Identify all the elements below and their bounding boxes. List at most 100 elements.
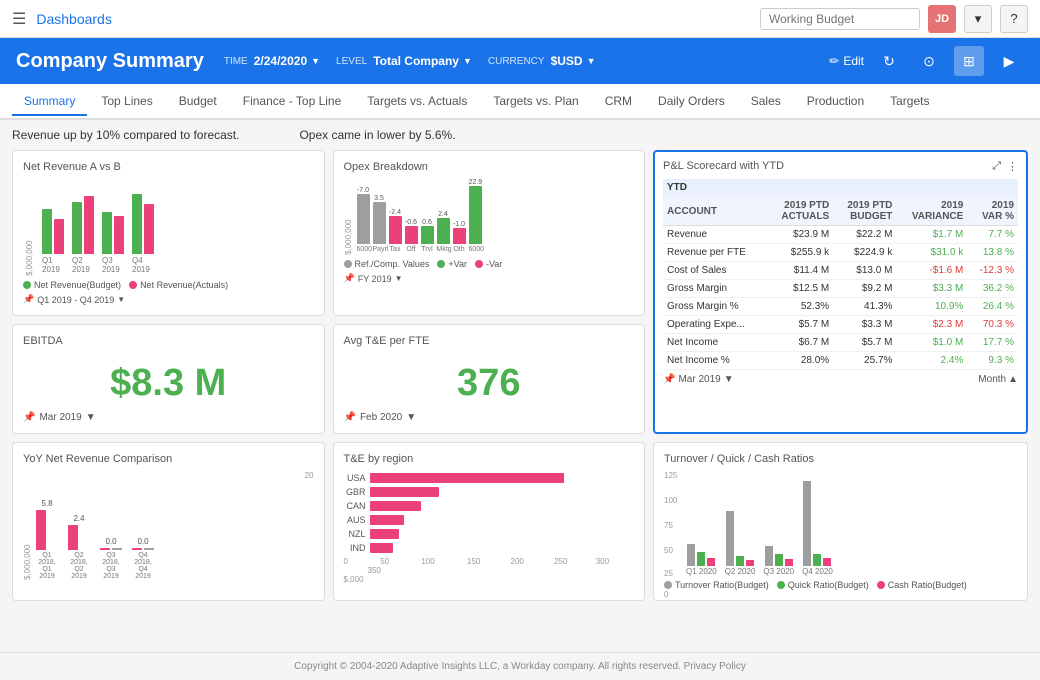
tab-bar: SummaryTop LinesBudgetFinance - Top Line… bbox=[0, 84, 1040, 120]
yoy-val-4: 0.0 bbox=[137, 537, 148, 546]
edit-button[interactable]: ✏ Edit bbox=[829, 54, 864, 68]
hamburger-icon[interactable]: ☰ bbox=[12, 9, 26, 29]
opex-fill-6 bbox=[437, 218, 450, 244]
opex-filter[interactable]: 📌 FY 2019 ▼ bbox=[344, 273, 635, 284]
opex-bar-4: -0.6 bbox=[405, 219, 418, 244]
ebitda-pin-icon: 📌 bbox=[23, 412, 35, 423]
footer: Copyright © 2004-2020 Adaptive Insights … bbox=[0, 652, 1040, 680]
currency-control[interactable]: CURRENCY $USD ▼ bbox=[488, 54, 596, 68]
opex-fill-1 bbox=[357, 194, 370, 244]
budget-bar-q4 bbox=[132, 194, 142, 254]
table-row: Revenue$23.9 M$22.2 M$1.7 M7.7 % bbox=[663, 226, 1018, 244]
level-value: Total Company bbox=[373, 54, 459, 68]
tc-q2: Q2 2020 bbox=[725, 511, 756, 576]
main-content: Revenue up by 10% compared to forecast. … bbox=[0, 120, 1040, 652]
yoy-bar-curr-4 bbox=[144, 548, 154, 550]
tne-x-150: 150 bbox=[467, 557, 480, 566]
grid-button[interactable]: ⊞ bbox=[954, 46, 984, 76]
tab-summary[interactable]: Summary bbox=[12, 88, 87, 116]
yoy-bars-2 bbox=[68, 525, 90, 550]
tne-region-label: IND bbox=[344, 543, 366, 553]
search-input[interactable] bbox=[760, 8, 920, 30]
ebitda-filter-val: Mar 2019 bbox=[39, 412, 81, 423]
tc-q4-quick bbox=[813, 554, 821, 566]
help-icon[interactable]: ? bbox=[1000, 5, 1028, 33]
yoy-bar-prev-2 bbox=[68, 525, 78, 550]
tab-targets-vs.-plan[interactable]: Targets vs. Plan bbox=[481, 88, 590, 116]
tab-finance---top-line[interactable]: Finance - Top Line bbox=[231, 88, 354, 116]
tab-targets[interactable]: Targets bbox=[878, 88, 941, 116]
scorecard-filter[interactable]: 📌 Mar 2019 ▼ bbox=[663, 374, 734, 385]
opex-bar-1: -7.0 bbox=[357, 187, 370, 244]
q2-label: Q2 2019 bbox=[72, 256, 94, 274]
time-control[interactable]: TIME 2/24/2020 ▼ bbox=[224, 54, 320, 68]
net-revenue-filter[interactable]: 📌 Q1 2019 - Q4 2019 ▼ bbox=[23, 294, 314, 305]
nav-title[interactable]: Dashboards bbox=[36, 11, 112, 27]
tc-q3-quick bbox=[775, 554, 783, 566]
tab-production[interactable]: Production bbox=[795, 88, 876, 116]
video-button[interactable]: ▶ bbox=[994, 46, 1024, 76]
filter-arrow-icon: ▼ bbox=[117, 295, 125, 304]
net-revenue-legend: Net Revenue(Budget) Net Revenue(Actuals) bbox=[23, 280, 314, 290]
table-row: Revenue per FTE$255.9 k$224.9 k$31.0 k13… bbox=[663, 244, 1018, 262]
tab-daily-orders[interactable]: Daily Orders bbox=[646, 88, 737, 116]
tne-region-row: AUS bbox=[344, 515, 635, 525]
tc-q4-label: Q4 2020 bbox=[802, 567, 833, 576]
refresh-button[interactable]: ↻ bbox=[874, 46, 904, 76]
scorecard-actions: ⤢ ⋮ bbox=[992, 160, 1018, 173]
tab-crm[interactable]: CRM bbox=[593, 88, 644, 116]
time-arrow-icon: ▼ bbox=[311, 56, 320, 66]
summary-right: Opex came in lower by 5.6%. bbox=[299, 128, 455, 142]
tab-sales[interactable]: Sales bbox=[739, 88, 793, 116]
ebitda-filter[interactable]: 📌 Mar 2019 ▼ bbox=[23, 412, 96, 423]
net-revenue-title: Net Revenue A vs B bbox=[23, 161, 314, 173]
yoy-bar-curr-3 bbox=[112, 548, 122, 550]
quick-label: Quick Ratio(Budget) bbox=[788, 580, 869, 590]
tab-top-lines[interactable]: Top Lines bbox=[89, 88, 164, 116]
ebitda-title: EBITDA bbox=[23, 335, 63, 347]
table-row: Operating Expe...$5.7 M$3.3 M$2.3 M70.3 … bbox=[663, 316, 1018, 334]
level-control[interactable]: LEVEL Total Company ▼ bbox=[336, 54, 472, 68]
pos-dot bbox=[437, 260, 445, 268]
tne-region-label: CAN bbox=[344, 501, 366, 511]
more-icon[interactable]: ⋮ bbox=[1007, 160, 1018, 173]
tab-budget[interactable]: Budget bbox=[167, 88, 229, 116]
net-revenue-bars bbox=[38, 179, 314, 254]
quick-dot bbox=[777, 581, 785, 589]
summary-texts: Revenue up by 10% compared to forecast. … bbox=[12, 128, 1028, 142]
nav-right: JD ▾ ? bbox=[760, 5, 1028, 33]
opex-title: Opex Breakdown bbox=[344, 161, 635, 173]
bar-group-q1 bbox=[42, 209, 64, 254]
yoy-val-1: 5.8 bbox=[41, 499, 52, 508]
tne-x-50: 50 bbox=[380, 557, 389, 566]
sc-pin-icon: 📌 bbox=[663, 374, 675, 385]
opex-x1: 6000 bbox=[357, 246, 370, 253]
sc-period[interactable]: Month ▲ bbox=[978, 374, 1018, 385]
ref-label: Ref./Comp. Values bbox=[355, 259, 430, 269]
tab-targets-vs.-actuals[interactable]: Targets vs. Actuals bbox=[355, 88, 479, 116]
expand-icon[interactable]: ⤢ bbox=[992, 160, 1001, 173]
tc-q4: Q4 2020 bbox=[802, 481, 833, 576]
tne-arrow-icon: ▼ bbox=[406, 412, 416, 423]
opex-bar-8: 22.9 bbox=[469, 179, 483, 244]
cash-label: Cash Ratio(Budget) bbox=[888, 580, 967, 590]
tne-pin-icon: 📌 bbox=[344, 412, 356, 423]
tne-region-bar bbox=[370, 543, 393, 553]
yoy-bar-prev-4 bbox=[132, 548, 142, 550]
avatar[interactable]: JD bbox=[928, 5, 956, 33]
turn-dot bbox=[664, 581, 672, 589]
opex-bar-6: 2.4 bbox=[437, 211, 450, 244]
tne-region-bar bbox=[370, 487, 439, 497]
table-row: Net Income$6.7 M$5.7 M$1.0 M17.7 % bbox=[663, 334, 1018, 352]
opex-x6: Mktg bbox=[437, 246, 450, 253]
tc-q2-cash bbox=[746, 560, 754, 566]
user-menu-icon[interactable]: ▾ bbox=[964, 5, 992, 33]
tne-filter[interactable]: 📌 Feb 2020 ▼ bbox=[344, 412, 417, 423]
tne-region-bar bbox=[370, 529, 399, 539]
col-account: ACCOUNT bbox=[663, 197, 767, 226]
camera-button[interactable]: ⊙ bbox=[914, 46, 944, 76]
sc-filter-value: Mar 2019 bbox=[678, 374, 720, 385]
tne-x-axis-labels: 0 50 100 150 200 250 300 350 bbox=[344, 557, 635, 575]
tc-q2-turn bbox=[726, 511, 734, 566]
opex-bar-5: 0.6 bbox=[421, 219, 434, 244]
